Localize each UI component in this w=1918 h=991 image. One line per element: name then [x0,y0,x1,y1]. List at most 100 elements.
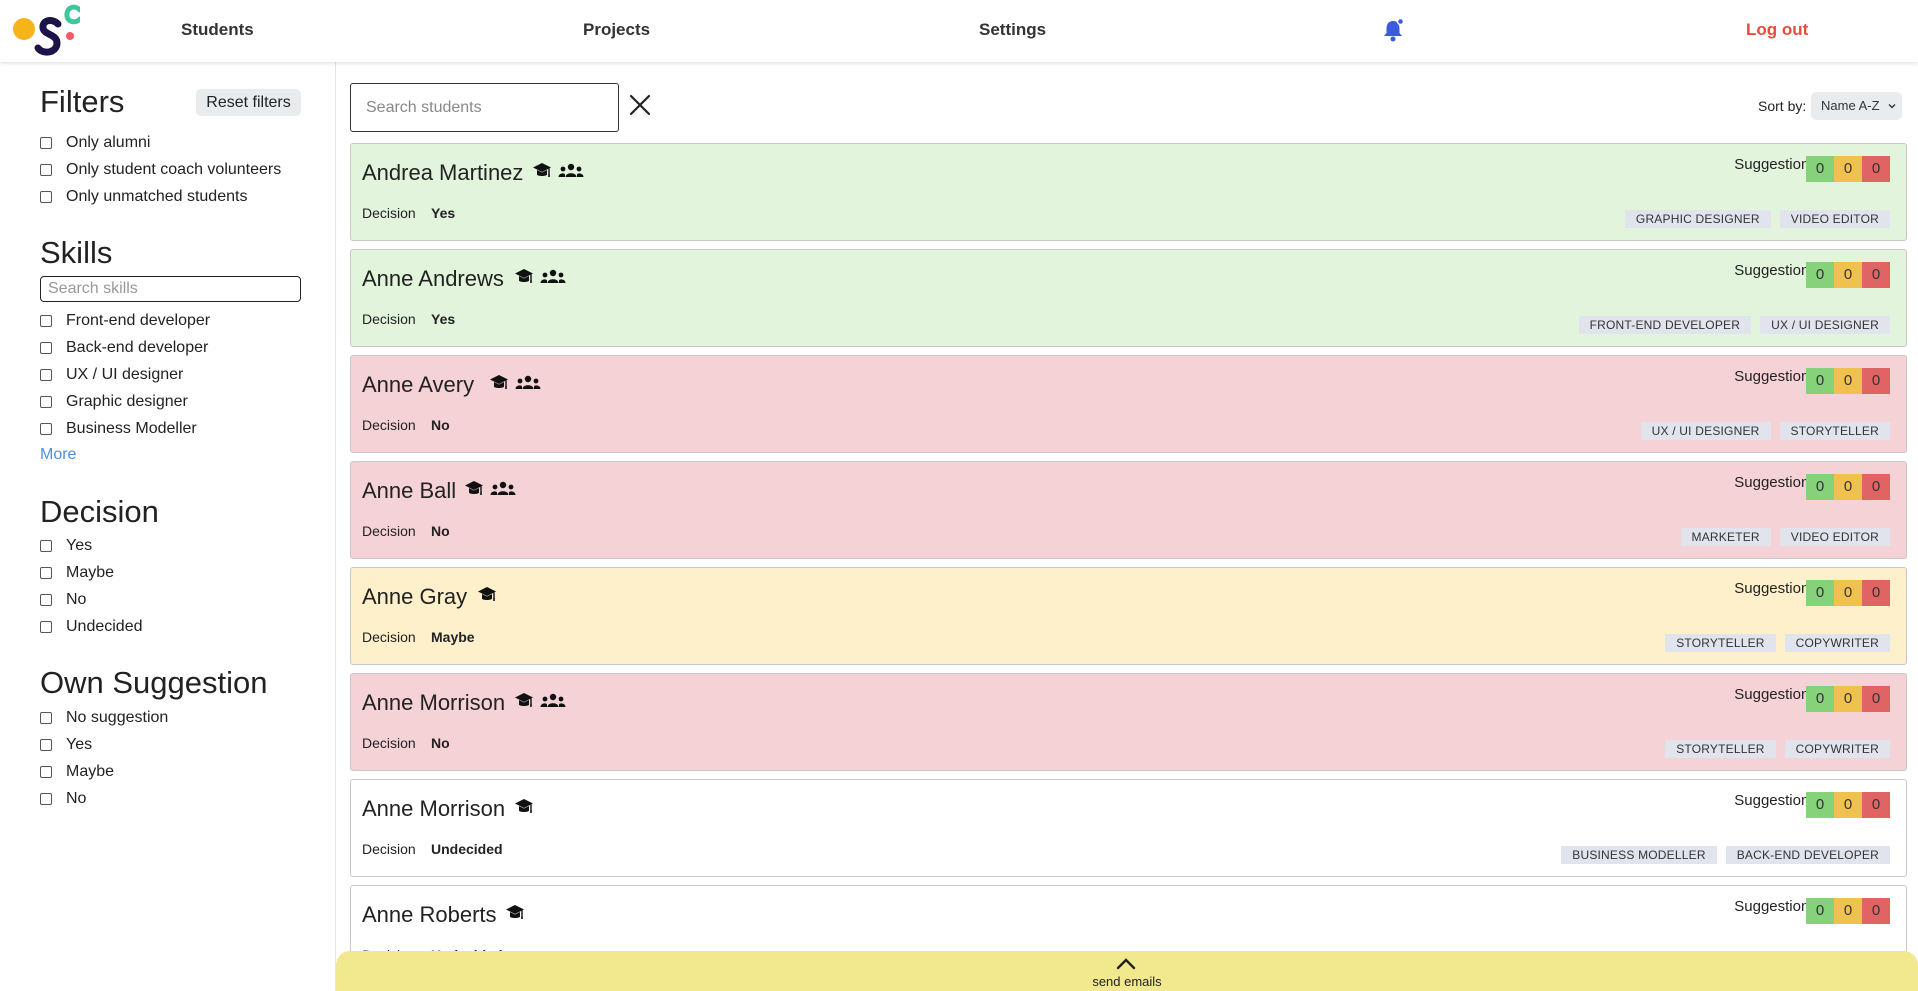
student-badges [532,162,584,179]
suggestion-no-count: 0 [1862,792,1890,818]
suggestion-no-count: 0 [1862,580,1890,606]
suggestion-no-count: 0 [1862,156,1890,182]
student-card[interactable]: Anne Gray Decision Maybe Suggestions: 0 0 0 STO… [350,567,1907,665]
skill-tags: UX / UI DESIGNER STORYTELLER [1640,422,1890,440]
suggestion-counts: 000 [1806,474,1890,500]
checkbox[interactable] [40,621,52,633]
student-name: Anne Gray [362,584,468,609]
alumni-cap-icon [477,586,497,603]
filter-only-unmatched[interactable]: Only unmatched students [40,186,247,208]
student-search-input[interactable] [350,83,619,132]
decision-value: No [431,735,450,751]
student-name: Anne Morrison [362,690,506,715]
checkbox[interactable] [40,315,52,327]
checkbox[interactable] [40,766,52,778]
decision-filter-no[interactable]: No [40,589,86,611]
skill-tag: UX / UI DESIGNER [1760,316,1890,334]
checkbox[interactable] [40,191,52,203]
decision-label: Decision [362,629,416,645]
checkbox[interactable] [40,396,52,408]
suggestion-maybe-count: 0 [1834,686,1862,712]
decision-filter-maybe[interactable]: Maybe [40,562,114,584]
filter-only-coach-volunteers[interactable]: Only student coach volunteers [40,159,281,181]
suggestion-maybe-count: 0 [1834,898,1862,924]
suggestion-maybe-count: 0 [1834,792,1862,818]
sort-label: Sort by: [1758,98,1807,114]
checkbox[interactable] [40,540,52,552]
send-emails-bar[interactable]: send emails [336,951,1918,991]
checkbox[interactable] [40,567,52,579]
suggestion-counts: 000 [1806,156,1890,182]
suggestion-counts: 000 [1806,792,1890,818]
osoc-logo[interactable] [10,4,80,58]
student-card[interactable]: Andrea Martinez Decision Yes Suggestions: 0 0… [350,143,1907,241]
skill-tag: VIDEO EDITOR [1779,210,1890,228]
skill-tag: STORYTELLER [1665,740,1776,758]
student-card[interactable]: Anne Morrison Decision Undecided Suggestion… [350,779,1907,877]
skill-filter-backend[interactable]: Back-end developer [40,337,208,359]
checkbox[interactable] [40,423,52,435]
bell-icon[interactable] [1382,18,1404,42]
own-suggestion-filter-no[interactable]: No [40,788,86,810]
skill-filter-business[interactable]: Business Modeller [40,418,197,440]
logout-link[interactable]: Log out [1746,20,1808,40]
reset-filters-button[interactable]: Reset filters [196,89,301,116]
skill-filter-frontend[interactable]: Front-end developer [40,310,210,332]
decision-filter-undecided[interactable]: Undecided [40,616,143,638]
checkbox[interactable] [40,739,52,751]
skills-search-input[interactable] [40,276,301,302]
suggestion-yes-count: 0 [1806,262,1834,288]
skill-tag: STORYTELLER [1779,422,1890,440]
nav-students[interactable]: Students [181,20,254,40]
skill-tag: COPYWRITER [1784,740,1890,758]
student-name: Anne Ball [362,478,457,503]
skill-filter-graphic[interactable]: Graphic designer [40,391,188,413]
checkbox[interactable] [40,342,52,354]
decision-label: Decision [362,735,416,751]
suggestion-no-count: 0 [1862,686,1890,712]
own-suggestion-filter-none[interactable]: No suggestion [40,707,168,729]
skills-heading: Skills [40,235,113,270]
skill-tags: BUSINESS MODELLER BACK-END DEVELOPER [1561,846,1890,864]
own-suggestion-filter-maybe[interactable]: Maybe [40,761,114,783]
checkbox[interactable] [40,137,52,149]
skill-tag: STORYTELLER [1665,634,1776,652]
nav-settings[interactable]: Settings [979,20,1046,40]
checkbox[interactable] [40,369,52,381]
filter-only-alumni[interactable]: Only alumni [40,132,150,154]
suggestion-no-count: 0 [1862,898,1890,924]
suggestion-maybe-count: 0 [1834,156,1862,182]
decision-label: Decision [362,417,416,433]
more-skills-link[interactable]: More [40,446,76,464]
top-navbar: Students Projects Settings Log out [0,0,1918,62]
student-name: Andrea Martinez [362,160,524,185]
student-name: Anne Andrews [362,266,504,291]
student-card[interactable]: Anne Morrison Decision No Suggestions: 0 0 0 ST… [350,673,1907,771]
suggestion-yes-count: 0 [1806,156,1834,182]
nav-projects[interactable]: Projects [583,20,650,40]
student-card[interactable]: Anne Avery Decision No Suggestions: 0 0 0 UX / … [350,355,1907,453]
skill-filter-uxui[interactable]: UX / UI designer [40,364,183,386]
student-card[interactable]: Anne Ball Decision No Suggestions: 0 0 0 MARKET… [350,461,1907,559]
chevron-up-icon[interactable] [1116,956,1136,970]
own-suggestion-filter-yes[interactable]: Yes [40,734,92,756]
checkbox[interactable] [40,712,52,724]
suggestion-yes-count: 0 [1806,580,1834,606]
checkbox[interactable] [40,793,52,805]
skill-tags: GRAPHIC DESIGNER VIDEO EDITOR [1624,210,1890,228]
sort-select[interactable]: Name A-Z [1811,92,1902,120]
skill-tag: BACK-END DEVELOPER [1725,846,1890,864]
checkbox[interactable] [40,164,52,176]
student-card[interactable]: Anne Andrews Decision Yes Suggestions: 0 0 0 FR… [350,249,1907,347]
close-icon[interactable] [628,93,652,117]
suggestion-no-count: 0 [1862,474,1890,500]
decision-heading: Decision [40,494,159,529]
suggestion-maybe-count: 0 [1834,368,1862,394]
decision-value: Yes [431,311,456,327]
suggestion-maybe-count: 0 [1834,262,1862,288]
decision-value: Undecided [431,841,503,857]
checkbox[interactable] [40,594,52,606]
decision-filter-yes[interactable]: Yes [40,535,92,557]
decision-value: Maybe [431,629,475,645]
skill-tag: MARKETER [1680,528,1771,546]
